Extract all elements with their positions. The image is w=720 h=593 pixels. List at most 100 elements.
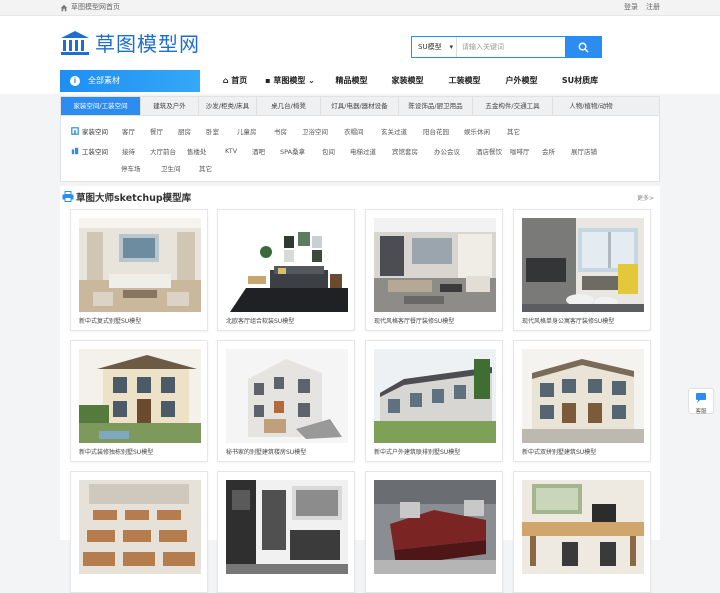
nav-item-premium[interactable]: 精品模型 — [324, 70, 379, 92]
nav-item-commercial[interactable]: 工装模型 — [436, 70, 493, 92]
model-card[interactable] — [365, 471, 503, 593]
category-link[interactable]: 电梯过道 — [350, 146, 392, 156]
category-link[interactable]: 厨房 — [178, 126, 206, 136]
nav-item-sketch-label: 草图模型 — [273, 76, 306, 85]
category-link[interactable]: 大厅前台 — [150, 146, 187, 156]
model-card[interactable]: 新中式装修独栋别墅SU模型 — [70, 340, 208, 462]
header: 草图模型网 SU模型 请输入关键词 — [0, 16, 720, 70]
category-link[interactable]: 卫生间 — [161, 163, 199, 173]
all-materials-button[interactable]: i 全部素材 — [60, 70, 200, 92]
model-card[interactable]: 秘书家的别墅建筑楼房SU模型 — [217, 340, 355, 462]
model-card[interactable] — [513, 471, 651, 593]
category-link[interactable]: 酒吧 — [252, 146, 280, 156]
model-title[interactable]: 北欧客厅组合软装SU模型 — [226, 316, 294, 325]
category-link[interactable]: 售楼处 — [187, 146, 225, 156]
nav-item-materials[interactable]: SU材质库 — [550, 70, 610, 92]
tab-sofa-cabinet[interactable]: 沙发/柜类/床具 — [199, 97, 257, 115]
model-title[interactable]: 现代风格客厅餐厅装修SU模型 — [374, 316, 454, 325]
customer-service-label: 客服 — [695, 409, 707, 415]
model-thumbnail[interactable] — [79, 218, 201, 312]
category-link[interactable]: 卫浴空间 — [302, 126, 344, 136]
category-link[interactable]: 其它 — [507, 126, 527, 136]
printer-icon — [62, 191, 74, 202]
category-link[interactable]: 其它 — [199, 163, 219, 173]
category-link[interactable]: 展厅店铺 — [571, 146, 603, 156]
home-link[interactable]: 草图模型网首页 — [60, 0, 120, 15]
category-link[interactable]: 酒店餐饮 — [476, 146, 510, 156]
tab-lighting[interactable]: 灯具/电器/器材设备 — [321, 97, 399, 115]
model-title[interactable]: 现代风格单身公寓客厅装修SU模型 — [522, 316, 614, 325]
search-button[interactable] — [565, 37, 601, 57]
category-link[interactable]: 娱乐休闲 — [464, 126, 507, 136]
model-card[interactable]: 现代风格客厅餐厅装修SU模型 — [365, 209, 503, 331]
model-thumbnail[interactable] — [226, 349, 348, 443]
category-link[interactable]: 接待 — [122, 146, 150, 156]
model-thumbnail[interactable] — [226, 480, 348, 574]
cube-icon: ▪ — [265, 76, 271, 85]
login-link[interactable]: 登录 — [624, 0, 638, 15]
tab-hardware[interactable]: 五金构件/交通工具 — [473, 97, 553, 115]
category-link[interactable]: 餐厅 — [150, 126, 178, 136]
site-logo[interactable]: 草图模型网 — [60, 28, 200, 57]
model-card[interactable]: 新中式户外建筑联排别墅SU模型 — [365, 340, 503, 462]
model-thumbnail[interactable] — [522, 480, 644, 574]
more-link[interactable]: 更多> — [637, 193, 654, 202]
category-link[interactable]: 包间 — [322, 146, 350, 156]
model-thumbnail[interactable] — [374, 218, 496, 312]
model-card[interactable]: 新中式复式别墅SU模型 — [70, 209, 208, 331]
model-card[interactable] — [217, 471, 355, 593]
category-link[interactable]: 宾馆套房 — [392, 146, 434, 156]
category-link[interactable]: 阳台花园 — [423, 126, 464, 136]
model-title[interactable]: 新中式双拼别墅建筑SU模型 — [522, 447, 596, 456]
category-link[interactable]: 玄关过道 — [381, 126, 423, 136]
model-thumbnail[interactable] — [79, 349, 201, 443]
category-link[interactable]: 咖啡厅 — [510, 146, 542, 156]
register-link[interactable]: 注册 — [646, 0, 660, 15]
tab-people-plants[interactable]: 人物/植物/动物 — [553, 97, 629, 115]
model-card[interactable]: 现代风格单身公寓客厅装修SU模型 — [513, 209, 651, 331]
model-title[interactable]: 新中式户外建筑联排别墅SU模型 — [374, 447, 460, 456]
category-tabs: 家装空间/工装空间 建筑及户外 沙发/柜类/床具 桌几台/椅凳 灯具/电器/器材… — [61, 97, 659, 116]
main-nav: i 全部素材 ⌂ 首页 ▪ 草图模型 ⌄ 精品模型 家装模型 工装模型 户外模型… — [0, 70, 720, 94]
building-icon — [71, 147, 79, 155]
category-link[interactable]: 卧室 — [206, 126, 237, 136]
tab-architecture[interactable]: 建筑及户外 — [141, 97, 199, 115]
nav-item-outdoor[interactable]: 户外模型 — [493, 70, 550, 92]
model-title[interactable]: 新中式复式别墅SU模型 — [79, 316, 141, 325]
category-link[interactable]: 客厅 — [122, 126, 150, 136]
model-thumbnail[interactable] — [522, 349, 644, 443]
category-link[interactable]: 衣帽间 — [344, 126, 381, 136]
tab-interior-commercial[interactable]: 家装空间/工装空间 — [61, 97, 141, 115]
model-thumbnail[interactable] — [374, 480, 496, 574]
section-header: 草图大师sketchup模型库 更多> — [60, 186, 660, 206]
category-link[interactable]: SPA桑拿 — [280, 146, 322, 156]
customer-service-button[interactable]: 客服 — [688, 388, 714, 415]
nav-item-sketch-models[interactable]: ▪ 草图模型 ⌄ — [256, 70, 324, 92]
chevron-down-icon: ⌄ — [308, 76, 315, 85]
category-link[interactable]: 儿童房 — [237, 126, 274, 136]
category-link[interactable]: 书房 — [274, 126, 302, 136]
info-icon: i — [70, 76, 80, 86]
category-link[interactable]: 办公会议 — [434, 146, 476, 156]
search-type-select[interactable]: SU模型 — [412, 37, 457, 57]
model-thumbnail[interactable] — [374, 349, 496, 443]
model-thumbnail[interactable] — [226, 218, 348, 312]
category-row-commercial: 工装空间 接待 大厅前台 售楼处 KTV 酒吧 SPA桑拿 包间 电梯过道 宾馆… — [71, 146, 603, 156]
nav-item-home-decor[interactable]: 家装模型 — [379, 70, 436, 92]
category-link[interactable]: 会所 — [542, 146, 571, 156]
model-thumbnail[interactable] — [522, 218, 644, 312]
nav-item-home[interactable]: ⌂ 首页 — [210, 70, 256, 92]
row-label-commercial: 工装空间 — [71, 146, 108, 156]
model-card[interactable]: 北欧客厅组合软装SU模型 — [217, 209, 355, 331]
search-input[interactable]: 请输入关键词 — [457, 37, 565, 57]
category-link[interactable]: 停车场 — [121, 163, 161, 173]
category-link[interactable]: KTV — [225, 147, 252, 155]
model-card[interactable] — [70, 471, 208, 593]
tab-decor[interactable]: 陈设饰品/厨卫用品 — [399, 97, 473, 115]
tab-table-chair[interactable]: 桌几台/椅凳 — [257, 97, 321, 115]
model-card[interactable]: 新中式双拼别墅建筑SU模型 — [513, 340, 651, 462]
model-title[interactable]: 新中式装修独栋别墅SU模型 — [79, 447, 153, 456]
model-thumbnail[interactable] — [79, 480, 201, 574]
logo-text: 草图模型网 — [95, 32, 200, 56]
model-title[interactable]: 秘书家的别墅建筑楼房SU模型 — [226, 447, 306, 456]
